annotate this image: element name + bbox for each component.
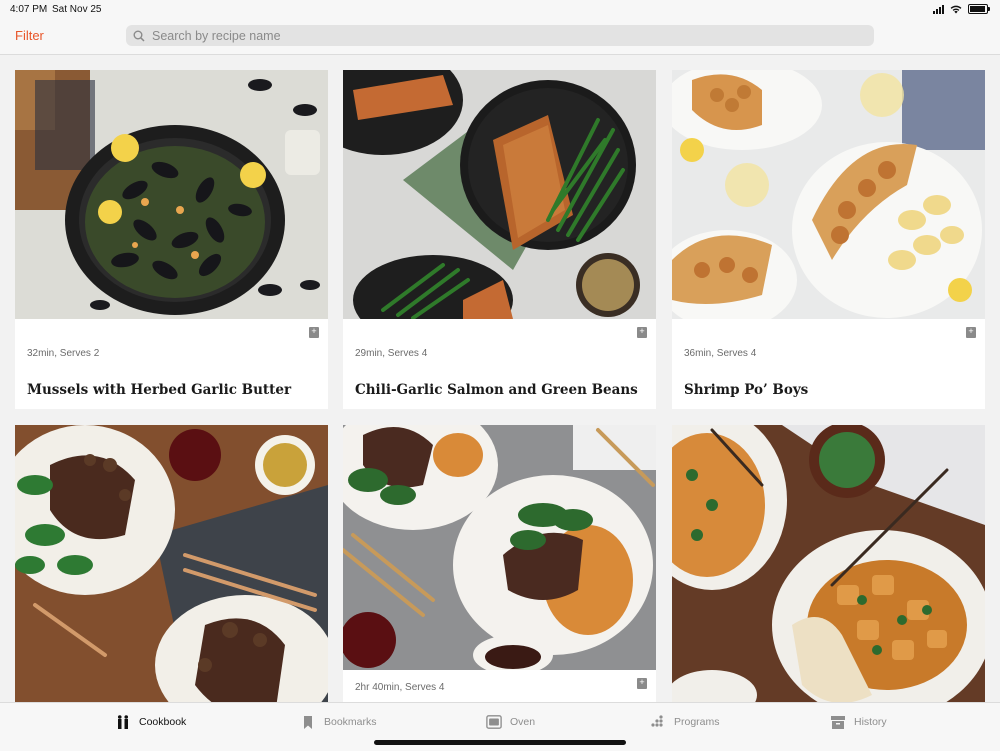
recipe-meta: 36min, Serves 4 (684, 348, 757, 359)
recipe-card[interactable]: + 2hr 40min, Serves 4 (343, 425, 656, 702)
recipe-photo-curry (672, 425, 985, 702)
recipe-card[interactable]: + 29min, Serves 4 Chili-Garlic Salmon an… (343, 70, 656, 409)
filter-button[interactable]: Filter (15, 28, 44, 43)
recipe-photo-mussels (15, 70, 328, 319)
status-time: 4:07 PM (10, 4, 48, 15)
bookmark-add-icon[interactable]: + (309, 327, 319, 338)
recipe-title: Mussels with Herbed Garlic Butter (27, 382, 292, 398)
recipe-card[interactable] (672, 425, 985, 702)
recipe-card[interactable] (15, 425, 328, 702)
battery-icon (968, 4, 990, 14)
tab-history[interactable]: History (830, 714, 887, 730)
recipe-title: Shrimp Po’ Boys (684, 382, 809, 398)
recipe-photo-steak (15, 425, 328, 702)
recipe-grid: + 32min, Serves 2 Mussels with Herbed Ga… (15, 70, 985, 702)
tab-label: Programs (674, 716, 720, 728)
status-indicators (933, 4, 990, 14)
recipe-meta: 32min, Serves 2 (27, 348, 100, 359)
recipe-card[interactable]: + 36min, Serves 4 Shrimp Po’ Boys (672, 70, 985, 409)
recipe-card[interactable]: + 32min, Serves 2 Mussels with Herbed Ga… (15, 70, 328, 409)
tab-label: History (854, 716, 887, 728)
tab-label: Oven (510, 716, 536, 728)
bookmark-add-icon[interactable]: + (637, 678, 647, 689)
home-indicator[interactable] (374, 740, 626, 745)
wifi-icon (950, 5, 962, 13)
top-bar: Filter (0, 20, 1000, 55)
history-icon (830, 714, 846, 730)
bookmark-icon (300, 714, 316, 730)
recipe-photo-shrimp (672, 70, 985, 319)
bookmark-add-icon[interactable]: + (637, 327, 647, 338)
tab-label: Cookbook (139, 716, 187, 728)
tab-label: Bookmarks (324, 716, 377, 728)
recipe-title: Chili-Garlic Salmon and Green Beans (355, 382, 638, 398)
tab-cookbook[interactable]: Cookbook (115, 714, 186, 730)
recipe-photo-duck (343, 425, 656, 670)
status-bar: 4:07 PM Sat Nov 25 (0, 0, 1000, 20)
search-bar[interactable] (126, 25, 874, 46)
search-icon (132, 29, 146, 43)
recipe-meta: 29min, Serves 4 (355, 348, 428, 359)
oven-icon (486, 714, 502, 730)
signal-icon (933, 4, 944, 14)
tab-programs[interactable]: Programs (650, 714, 720, 730)
recipe-photo-salmon (343, 70, 656, 319)
cookbook-icon (115, 714, 131, 730)
status-date: Sat Nov 25 (52, 4, 102, 15)
bookmark-add-icon[interactable]: + (966, 327, 976, 338)
search-input[interactable] (150, 27, 854, 44)
tab-oven[interactable]: Oven (486, 714, 535, 730)
recipe-meta: 2hr 40min, Serves 4 (355, 682, 445, 693)
programs-icon (650, 714, 666, 730)
tab-bookmarks[interactable]: Bookmarks (300, 714, 377, 730)
